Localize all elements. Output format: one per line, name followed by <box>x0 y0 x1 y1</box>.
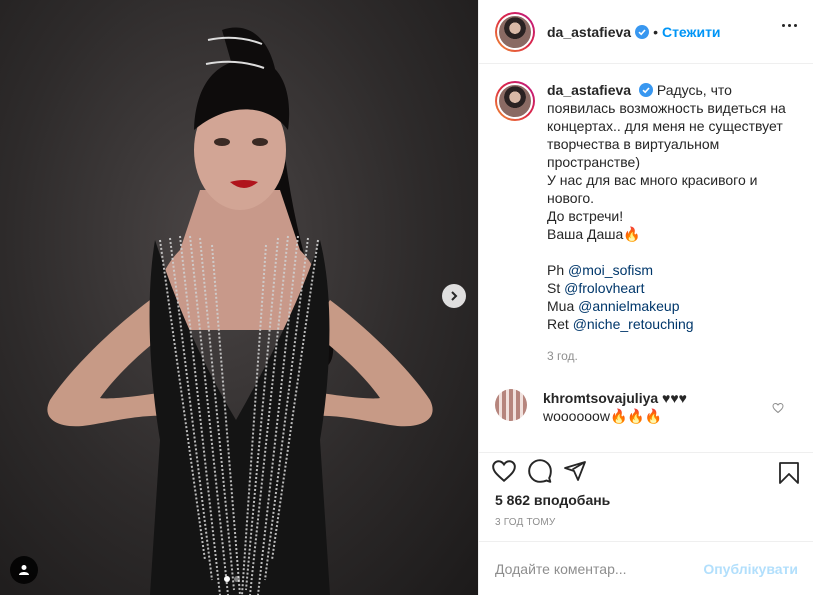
caption-line: Ваша Даша🔥 <box>547 226 641 242</box>
follow-button[interactable]: Стежити <box>662 24 721 40</box>
commenter-username[interactable]: khromtsovajuliya <box>543 390 658 406</box>
comment-inline: ♥♥♥ <box>662 390 687 406</box>
header-separator: • <box>653 23 658 40</box>
comment-input[interactable]: Додайте коментар... <box>495 561 703 577</box>
caption-line: появилась возможность видеться на <box>547 100 786 116</box>
comment-item: khromtsovajuliya ♥♥♥ woooooow🔥🔥🔥 <box>495 389 798 425</box>
mention-link[interactable]: @annielmakeup <box>578 298 679 314</box>
user-icon <box>19 565 29 575</box>
share-button[interactable] <box>563 459 587 483</box>
heart-icon <box>492 459 516 482</box>
commenter-avatar[interactable] <box>495 389 527 421</box>
credit-prefix: St <box>547 280 565 296</box>
caption-line: нового. <box>547 190 595 206</box>
comment-button[interactable] <box>527 458 553 484</box>
caption-line: Радусь, что <box>656 82 732 98</box>
caption-line: У нас для вас много красивого и <box>547 172 758 188</box>
more-options-icon[interactable] <box>782 24 797 27</box>
bookmark-icon <box>779 462 799 484</box>
caption-text: da_astafieva Радусь, что появилась возмо… <box>547 81 798 365</box>
like-comment-icon[interactable] <box>772 402 784 414</box>
verified-badge-icon <box>638 83 653 97</box>
credit-line: Ph @moi_sofism <box>547 261 798 279</box>
post-photo[interactable] <box>0 0 478 595</box>
comment-text: khromtsovajuliya ♥♥♥ woooooow🔥🔥🔥 <box>543 389 763 425</box>
post-actions <box>479 452 813 488</box>
save-button[interactable] <box>778 461 800 490</box>
mention-link[interactable]: @niche_retouching <box>573 316 694 332</box>
verified-badge-icon <box>635 24 650 39</box>
caption-avatar[interactable] <box>495 81 535 121</box>
credit-line: Ret @niche_retouching <box>547 315 798 333</box>
post-side-panel: da_astafieva • Стежити da_astafieva Раду… <box>478 0 813 595</box>
send-icon <box>564 460 586 481</box>
caption-time[interactable]: 3 год. <box>547 347 798 365</box>
author-username[interactable]: da_astafieva <box>547 24 631 40</box>
caption-line: пространстве) <box>547 154 641 170</box>
likes-count[interactable]: 5 862 вподобань <box>495 492 610 508</box>
caption-username[interactable]: da_astafieva <box>547 82 631 98</box>
credit-line: Mua @annielmakeup <box>547 297 798 315</box>
comment-line: woooooow🔥🔥🔥 <box>543 408 663 424</box>
carousel-dot <box>234 576 240 582</box>
credit-prefix: Mua <box>547 298 579 314</box>
comments-section: da_astafieva Радусь, что появилась возмо… <box>479 65 813 450</box>
credit-prefix: Ph <box>547 262 569 278</box>
carousel-indicator <box>224 576 240 582</box>
add-comment-bar: Додайте коментар... Опублікувати <box>479 541 813 595</box>
caption-line: творчества в виртуальном <box>547 136 720 152</box>
carousel-next-button[interactable] <box>442 284 466 308</box>
author-avatar[interactable] <box>495 11 535 52</box>
like-button[interactable] <box>491 458 517 484</box>
caption: da_astafieva Радусь, что появилась возмо… <box>495 81 798 365</box>
post-timestamp[interactable]: 3 ГОД ТОМУ <box>495 517 555 528</box>
comment-icon <box>528 458 552 483</box>
mention-link[interactable]: @frolovheart <box>564 280 644 296</box>
post-comment-button[interactable]: Опублікувати <box>703 561 798 577</box>
caption-line: концертах.. для меня не существует <box>547 118 783 134</box>
mention-link[interactable]: @moi_sofism <box>568 262 653 278</box>
credit-line: St @frolovheart <box>547 279 798 297</box>
chevron-right-icon <box>451 291 458 301</box>
credit-prefix: Ret <box>547 316 573 332</box>
instagram-post-view: da_astafieva • Стежити da_astafieva Раду… <box>0 0 813 595</box>
post-header: da_astafieva • Стежити <box>479 0 813 64</box>
photo-artwork <box>47 27 433 595</box>
carousel-dot-active <box>224 576 230 582</box>
caption-line: До встречи! <box>547 208 624 224</box>
tagged-users-button[interactable] <box>10 556 38 584</box>
